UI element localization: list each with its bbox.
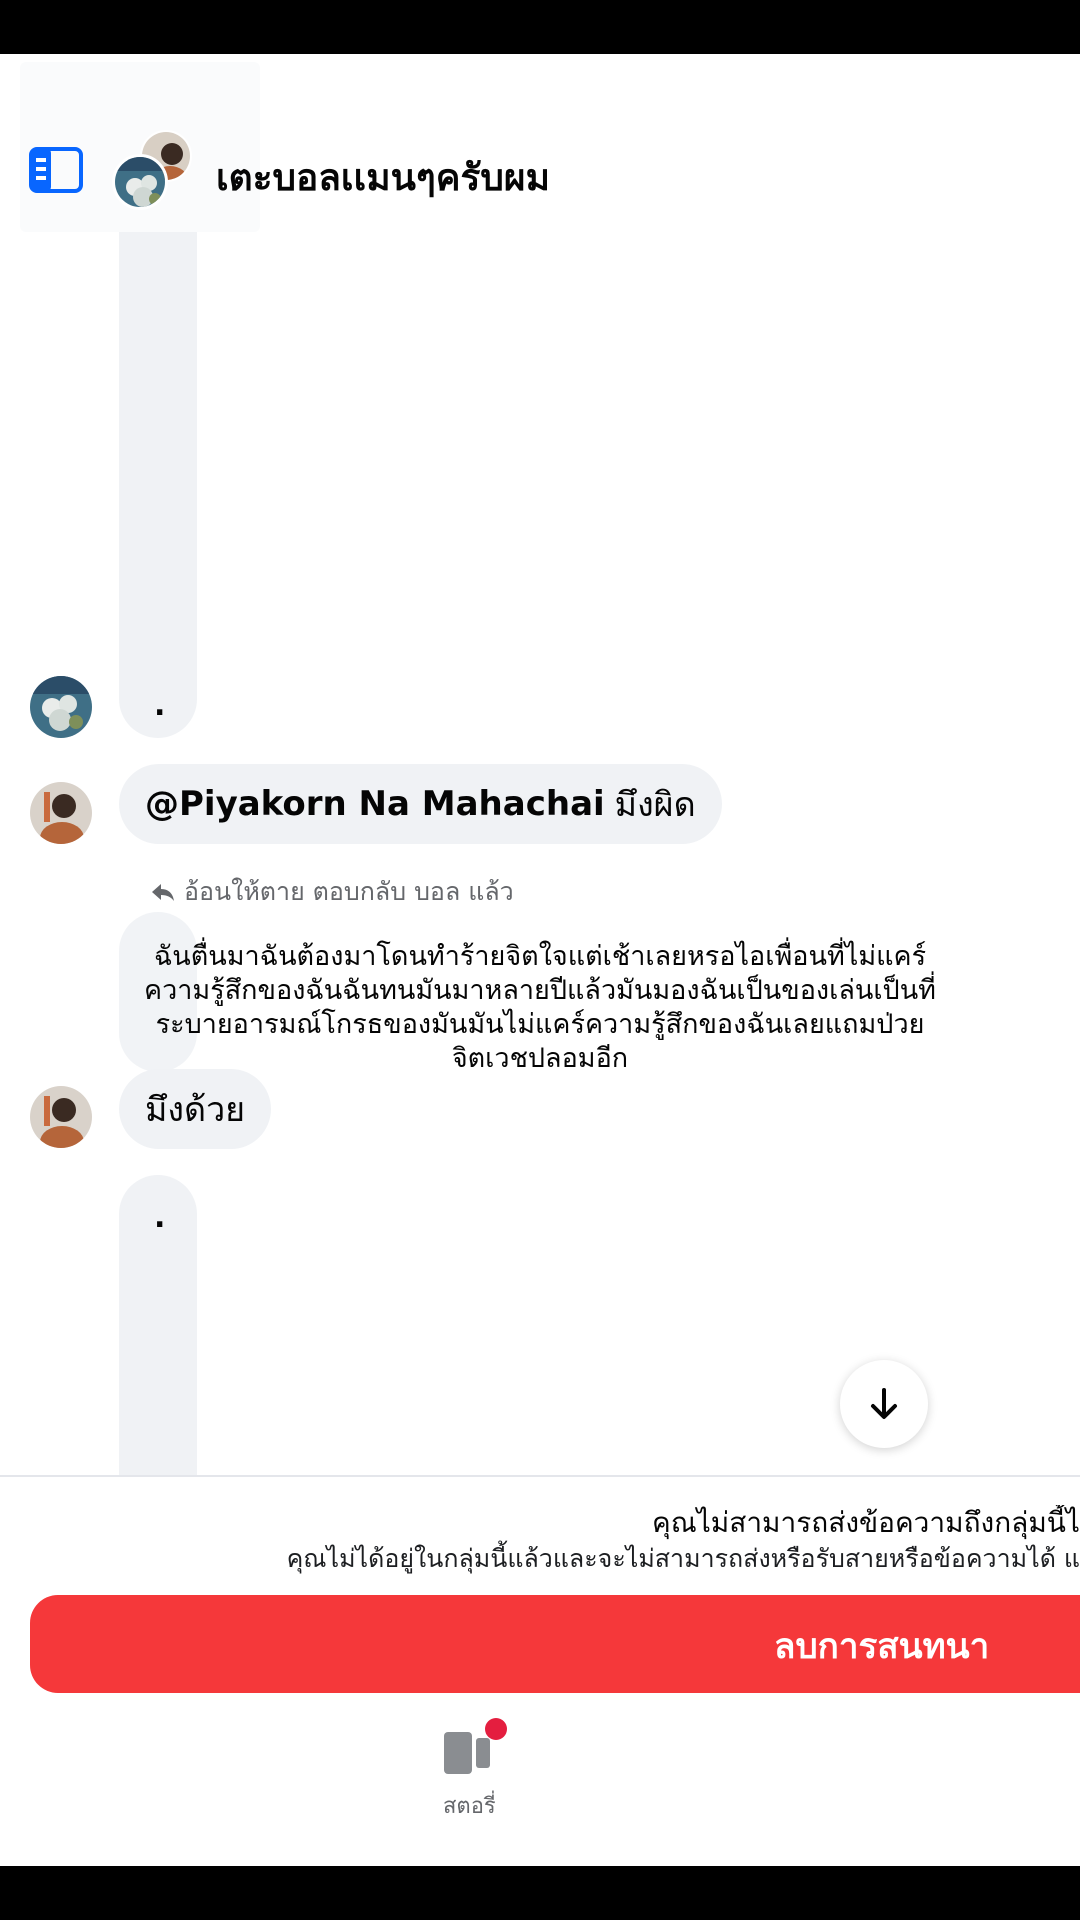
quoted-message[interactable]: ฉันตื่นมาฉันต้องมาโดนทำร้ายจิตใจแต่เช้าเ… — [140, 940, 940, 1076]
sender-avatar[interactable] — [30, 1086, 92, 1148]
notice-detail: คุณไม่ได้อยู่ในกลุ่มนี้แล้วและจะไม่สามาร… — [286, 1544, 1080, 1573]
reply-info: อ้อนให้ตาย ตอบกลับ บอล แล้ว — [150, 872, 514, 912]
reply-arrow-icon — [152, 884, 174, 901]
group-name[interactable]: เตะบอลเเมนๆครับผม — [216, 148, 550, 207]
arrow-down-icon — [871, 1388, 897, 1419]
stories-icon — [444, 1732, 490, 1774]
group-left-notice: คุณไม่สามารถส่งข้อความถึงกลุ่มนี้ไ คุณไม… — [0, 1505, 1080, 1577]
sidebar-toggle-icon[interactable] — [28, 146, 84, 194]
message-bubble[interactable]: มึงด้วย — [119, 1069, 272, 1149]
delete-conversation-button[interactable]: ลบการสนทนา — [30, 1595, 1080, 1693]
tab-stories[interactable]: สตอรี่ — [430, 1718, 507, 1828]
divider — [0, 1475, 1080, 1477]
message-dot: . — [154, 1200, 166, 1235]
sender-avatar[interactable] — [30, 782, 92, 844]
mention-link[interactable]: @Piyakorn Na Mahachai — [145, 784, 605, 824]
message-text: มึงผิด — [614, 785, 696, 825]
group-avatar[interactable] — [112, 130, 196, 214]
message-text: มึงด้วย — [145, 1090, 246, 1130]
reply-info-text: อ้อนให้ตาย ตอบกลับ บอล แล้ว — [184, 877, 514, 906]
member-avatar-2 — [112, 154, 168, 210]
delete-conversation-label: ลบการสนทนา — [774, 1627, 990, 1667]
notice-title: คุณไม่สามารถส่งข้อความถึงกลุ่มนี้ไ — [652, 1506, 1080, 1539]
scroll-to-bottom-button[interactable] — [840, 1360, 928, 1448]
tab-stories-label: สตอรี่ — [443, 1794, 496, 1819]
navigation-bar — [0, 1866, 1080, 1920]
notification-badge — [485, 1718, 507, 1740]
status-bar — [0, 0, 1080, 54]
message-rail — [119, 232, 197, 738]
message-bubble[interactable]: @Piyakorn Na Mahachai มึงผิด — [119, 764, 722, 844]
message-dot: . — [154, 688, 166, 723]
sender-avatar[interactable] — [30, 676, 92, 738]
